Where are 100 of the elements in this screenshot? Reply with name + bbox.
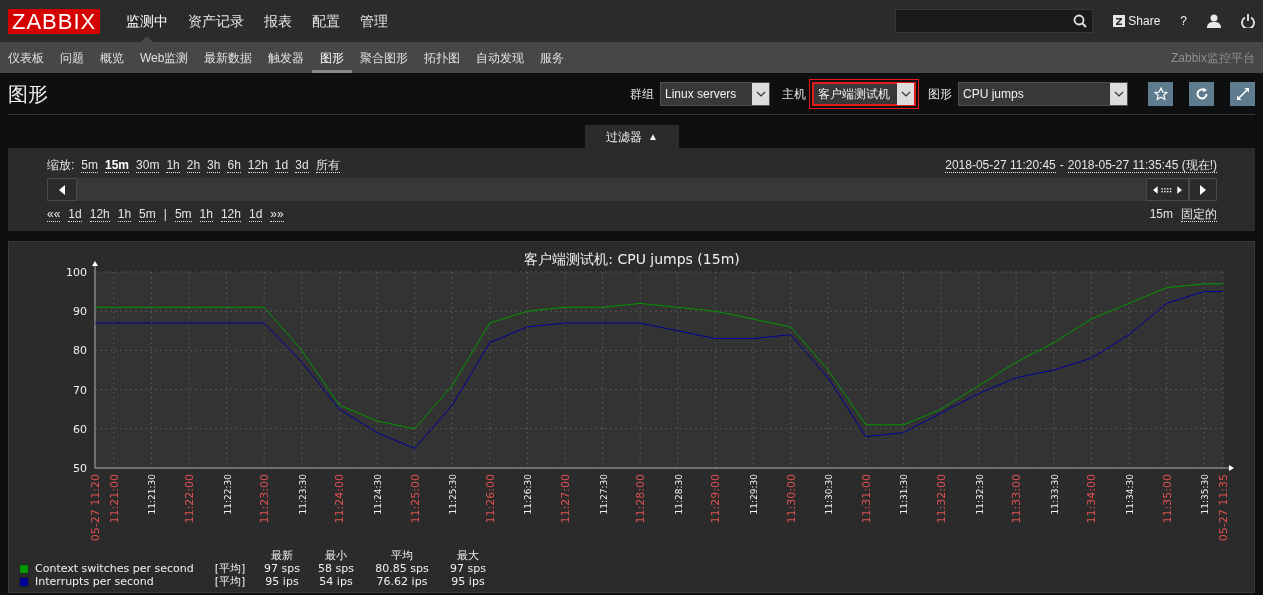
refresh-icon [1194, 86, 1209, 101]
time-from-link[interactable]: 2018-05-27 11:20:45 [945, 157, 1056, 173]
user-icon[interactable] [1207, 14, 1221, 28]
submenu-item[interactable]: 触发器 [260, 42, 313, 73]
time-shift-link[interactable]: 1d [68, 206, 82, 222]
menu-item[interactable]: 配置 [302, 0, 351, 42]
x-tick-label: 11:34:30 [1125, 474, 1135, 515]
filter-tab[interactable]: 过滤器 ▲ [585, 125, 679, 148]
help-button[interactable]: ? [1180, 12, 1187, 30]
submenu-item[interactable]: Web监测 [132, 42, 197, 73]
legend-header: 最大 [456, 550, 480, 562]
star-button[interactable] [1148, 81, 1173, 106]
zoom-link[interactable]: 3d [295, 157, 309, 173]
submenu-item[interactable]: 服务 [532, 42, 573, 73]
selector-label: 群组 [630, 85, 654, 103]
zoom-link[interactable]: 6h [227, 157, 241, 173]
scroll-right-button[interactable] [1189, 178, 1217, 201]
page-title: 图形 [8, 81, 48, 106]
zoom-link[interactable]: 1d [274, 157, 289, 173]
selector-label: 主机 [782, 85, 806, 103]
refresh-button[interactable] [1189, 81, 1214, 106]
x-tick-label: 11:23:30 [297, 474, 308, 515]
scroll-track[interactable] [47, 178, 1217, 201]
x-tick-label: 11:29:30 [749, 474, 759, 515]
dropdown[interactable]: CPU jumps [958, 81, 1128, 106]
dropdown[interactable]: 客户端测试机 [812, 81, 916, 106]
x-tick-label: 11:25:00 [408, 474, 422, 524]
time-shift-link[interactable]: 5m [174, 206, 192, 222]
x-tick-label: 11:28:00 [634, 474, 648, 524]
x-tick-label: 11:24:30 [373, 474, 383, 515]
share-button[interactable]: Share [1113, 12, 1161, 30]
submenu-item[interactable]: 拓扑图 [416, 42, 469, 73]
search-icon[interactable] [1073, 14, 1088, 28]
time-shift-link[interactable]: 1d [248, 206, 263, 222]
time-shift-link[interactable]: «« [47, 206, 61, 222]
zoom-link[interactable]: 5m [81, 157, 98, 173]
legend-value: 80.85 sps [374, 563, 430, 575]
legend-value: 95 ips [450, 576, 486, 588]
x-tick-label: 11:22:00 [183, 474, 196, 524]
zoom-link[interactable]: 15m [105, 157, 130, 173]
submenu-item[interactable]: 自动发现 [468, 42, 533, 73]
y-tick-label: 100 [66, 266, 87, 279]
time-shift-link[interactable]: 5m [139, 206, 156, 222]
zoom-link[interactable]: 2h [186, 157, 201, 173]
legend-header: 平均 [390, 550, 414, 562]
y-tick-label: 70 [73, 383, 87, 397]
x-tick-label: 11:33:30 [1049, 474, 1060, 515]
legend-value: 97 sps [449, 563, 487, 575]
x-tick-label: 11:21:30 [147, 474, 158, 515]
time-shift-link[interactable]: 12h [220, 206, 241, 222]
share-icon [1113, 15, 1126, 27]
zoom-link[interactable]: 12h [247, 157, 268, 173]
menu-item[interactable]: 管理 [350, 0, 399, 42]
zoom-link[interactable]: 3h [207, 157, 221, 173]
right-arrow-icon [1199, 184, 1207, 195]
legend-value: 58 sps [317, 563, 355, 575]
x-tick-label: 11:27:00 [559, 474, 572, 524]
time-shift-link[interactable]: 1h [117, 206, 132, 222]
zoom-link[interactable]: 所有 [315, 157, 340, 173]
time-to-link[interactable]: 2018-05-27 11:35:45 (现在!) [1067, 157, 1217, 173]
zoom-link[interactable]: 30m [136, 157, 160, 173]
x-tick-label: 05-27 11:20 [89, 474, 102, 542]
x-tick-label: 11:30:00 [784, 474, 798, 524]
dropdown[interactable]: Linux servers [660, 81, 770, 106]
menu-item[interactable]: 资产记录 [178, 0, 255, 42]
search-field[interactable] [895, 9, 1094, 33]
x-tick-label: 11:34:00 [1085, 474, 1099, 524]
fullscreen-button[interactable] [1230, 81, 1255, 106]
x-tick-label: 11:30:30 [824, 474, 835, 515]
zoom-link[interactable]: 1h [166, 157, 180, 173]
legend-value: 76.62 ips [375, 576, 429, 588]
time-shift-link[interactable]: »» [270, 206, 284, 222]
x-tick-label: 11:33:00 [1010, 474, 1024, 524]
legend-name: Interrupts per second [34, 576, 155, 588]
chevron-icon [755, 89, 766, 98]
power-icon[interactable] [1241, 14, 1255, 28]
legend-value: 54 ips [318, 576, 354, 588]
time-shift-link[interactable]: 12h [89, 206, 110, 222]
submenu-item[interactable]: 仪表板 [8, 42, 52, 73]
y-tick-label: 50 [73, 462, 87, 475]
x-tick-label: 11:31:30 [899, 474, 910, 515]
x-tick-label: 11:32:30 [974, 474, 985, 515]
chevron-icon [900, 89, 911, 98]
submenu-item[interactable]: 图形 [312, 42, 353, 73]
submenu-item[interactable]: 最新数据 [196, 42, 261, 73]
legend-value: 97 sps [263, 563, 301, 575]
scroll-left-button[interactable] [47, 178, 77, 201]
chart-title: 客户端测试机: CPU jumps (15m) [524, 251, 740, 267]
submenu-item[interactable]: 问题 [52, 42, 92, 73]
logo[interactable]: ZABBIX [8, 8, 101, 34]
menu-item[interactable]: 报表 [254, 0, 303, 42]
time-shift-link[interactable]: 1h [199, 206, 213, 222]
zoom-label: 缩放: [47, 157, 75, 174]
chevron-icon [1113, 89, 1124, 98]
submenu-item[interactable]: 聚合图形 [352, 42, 417, 73]
fullscreen-icon [1235, 86, 1250, 101]
scroll-handle[interactable] [1146, 178, 1189, 201]
x-tick-label: 11:23:00 [258, 474, 272, 524]
fixed-link[interactable]: 固定的 [1181, 206, 1217, 222]
submenu-item[interactable]: 概览 [92, 42, 132, 73]
